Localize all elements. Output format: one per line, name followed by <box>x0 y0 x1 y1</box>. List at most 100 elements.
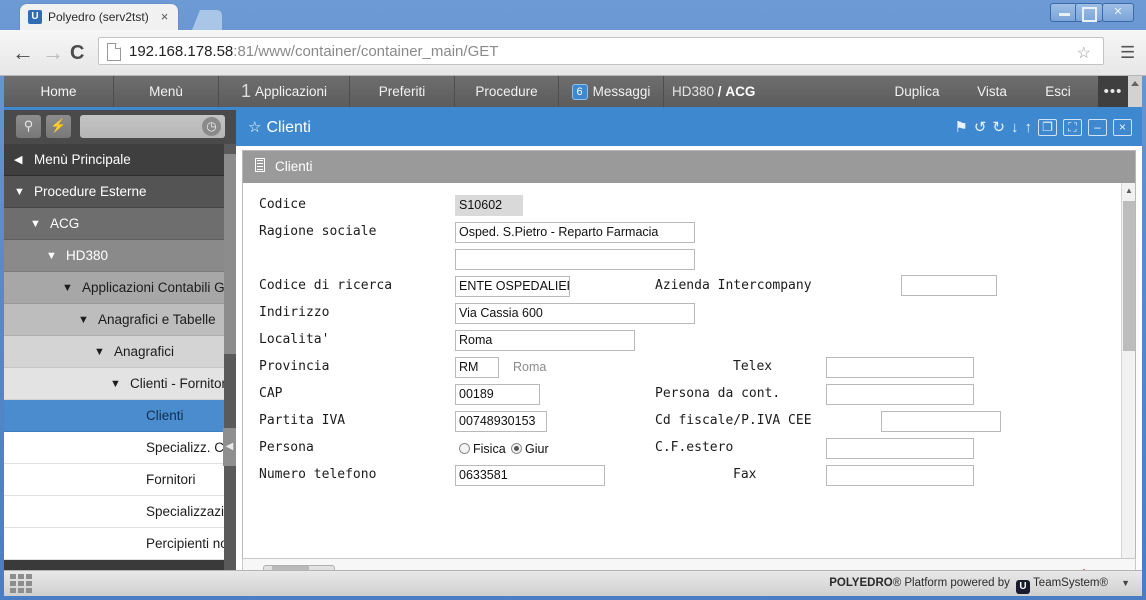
favorite-star-icon[interactable]: ☆ <box>248 119 261 136</box>
flag-icon[interactable]: ⚑ <box>954 110 967 146</box>
radio-circle-icon <box>459 443 470 454</box>
chevron-down-icon[interactable]: ▼ <box>78 304 89 335</box>
input-provincia[interactable]: RM <box>455 357 499 378</box>
sidebar-item-hd380[interactable]: ▼ HD380 <box>4 240 236 272</box>
sidebar-item-clienti[interactable]: Clienti <box>4 400 236 432</box>
breadcrumb-app: HD380 <box>672 84 715 99</box>
bookmark-star-icon[interactable]: ☆ <box>1077 43 1091 63</box>
input-azienda-intercompany[interactable] <box>901 275 997 296</box>
sidebar-item-procedure-esterne[interactable]: ▼ Procedure Esterne <box>4 176 236 208</box>
sidebar-collapse-handle[interactable]: ◀ <box>223 428 236 466</box>
input-localita[interactable]: Roma <box>455 330 635 351</box>
status-bar-grip <box>10 574 36 594</box>
menu-item-preferiti[interactable]: Preferiti <box>350 76 455 107</box>
app-scroll-up[interactable] <box>1128 76 1142 107</box>
sidebar-item-acg[interactable]: ▼ ACG <box>4 208 236 240</box>
input-cf-estero[interactable] <box>826 438 974 459</box>
url-path: :81/www/container/container_main/GET <box>233 43 499 60</box>
input-numero-telefono[interactable]: 0633581 <box>455 465 605 486</box>
radio-circle-selected-icon <box>511 443 522 454</box>
form-vertical-scrollbar-thumb[interactable] <box>1123 201 1135 351</box>
footer-caret-icon[interactable]: ▼ <box>1121 571 1130 596</box>
chevron-down-icon[interactable]: ▼ <box>46 240 57 271</box>
flash-icon[interactable]: ⚡ <box>46 115 71 138</box>
input-cap[interactable]: 00189 <box>455 384 540 405</box>
chevron-down-icon[interactable]: ▼ <box>14 176 25 207</box>
input-codice-ricerca[interactable]: ENTE OSPEDALIER <box>455 276 570 297</box>
input-telex[interactable] <box>826 357 974 378</box>
sidebar-item-specializz-clienti[interactable]: Specializz. Clienti <box>4 432 236 464</box>
window-maximize-button[interactable] <box>1075 3 1103 22</box>
input-ragione-sociale-2[interactable] <box>455 249 695 270</box>
browser-tab[interactable]: U Polyedro (serv2tst) × <box>20 4 179 30</box>
sidebar-item-anagrafici[interactable]: ▼ Anagrafici <box>4 336 236 368</box>
sidebar-item-applicazioni-contabili-ge[interactable]: ▼ Applicazioni Contabili Ge <box>4 272 236 304</box>
browser-tab-strip: U Polyedro (serv2tst) × <box>20 4 179 30</box>
history-clock-icon[interactable]: ◷ <box>202 117 221 136</box>
input-partita-iva[interactable]: 00748930153 <box>455 411 547 432</box>
menu-item-home[interactable]: Home <box>4 76 114 107</box>
sidebar: ⚲ ⚡ ◷ ◀ Menù Principale ▼ Procedure Esterne… <box>4 110 236 592</box>
window-close-button[interactable]: ✕ <box>1102 3 1134 22</box>
sidebar-item-label: Clienti <box>146 408 184 423</box>
radio-persona-fisica[interactable]: Fisica <box>459 442 506 456</box>
url-bar[interactable]: 192.168.178.58:81/www/container/containe… <box>98 37 1104 65</box>
input-fax[interactable] <box>826 465 974 486</box>
window-minimize-button[interactable] <box>1050 3 1078 22</box>
maximize-glyph-icon <box>1081 7 1097 22</box>
menu-overflow-button[interactable]: ••• <box>1098 76 1128 107</box>
form-vertical-scrollbar[interactable]: ▲ ▼ <box>1121 183 1135 587</box>
reload-icon[interactable]: C <box>70 42 84 64</box>
input-cd-fiscale-piva-cee[interactable] <box>881 411 1001 432</box>
input-indirizzo[interactable]: Via Cassia 600 <box>455 303 695 324</box>
arrow-up-icon[interactable]: ↑ <box>1025 110 1033 146</box>
back-icon[interactable]: ← <box>12 42 34 64</box>
search-icon[interactable]: ⚲ <box>16 115 41 138</box>
sidebar-item-fornitori[interactable]: Fornitori <box>4 464 236 496</box>
input-persona-da-contattare[interactable] <box>826 384 974 405</box>
redo-icon[interactable]: ↻ <box>992 110 1005 146</box>
sidebar-item-anagrafici-e-tabelle[interactable]: ▼ Anagrafici e Tabelle <box>4 304 236 336</box>
menu-item-messaggi[interactable]: 6 Messaggi <box>559 76 664 107</box>
restore-icon[interactable]: ❐ <box>1038 119 1057 136</box>
menu-item-procedure[interactable]: Procedure <box>455 76 559 107</box>
minimize-icon[interactable]: – <box>1088 119 1107 136</box>
grip-dot-icon <box>10 574 16 579</box>
undo-icon[interactable]: ↺ <box>974 110 987 146</box>
fullscreen-icon[interactable]: ⛶ <box>1063 119 1082 136</box>
sidebar-item-clienti-fornitori[interactable]: ▼ Clienti - Fornitori <box>4 368 236 400</box>
teamsystem-logo-icon: U <box>1016 580 1031 594</box>
radio-persona-giuridica-label: Giur <box>525 442 549 456</box>
label-codice-ricerca: Codice di ricerca <box>259 278 393 293</box>
sidebar-item-percipienti-non-fo[interactable]: Percipienti non Fo <box>4 528 236 560</box>
grip-dot-icon <box>26 588 32 593</box>
footer-brand-mark: ® <box>892 577 902 589</box>
scroll-up-icon[interactable]: ▲ <box>1125 186 1133 195</box>
browser-menu-icon[interactable]: ☰ <box>1120 43 1135 63</box>
chevron-down-icon[interactable]: ▼ <box>110 368 121 399</box>
browser-tab-close-icon[interactable]: × <box>161 4 169 30</box>
search-input[interactable]: ◷ <box>80 115 225 138</box>
menu-item-menu[interactable]: Menù <box>114 76 219 107</box>
close-icon[interactable]: × <box>1113 119 1132 136</box>
chevron-down-icon[interactable]: ▼ <box>62 272 73 303</box>
main-panel: ☆ Clienti ⚑ ↺ ↻ ↓ ↑ ❐ ⛶ – × Clienti Codice S10602… <box>236 110 1142 592</box>
grip-dot-icon <box>18 588 24 593</box>
chevron-down-icon[interactable]: ▼ <box>30 208 41 239</box>
input-ragione-sociale[interactable]: Osped. S.Pietro - Reparto Farmacia <box>455 222 695 243</box>
sidebar-scrollbar-thumb[interactable] <box>224 154 236 354</box>
menu-item-applicazioni[interactable]: 1 Applicazioni <box>219 76 350 107</box>
sidebar-item-specializzazione-a[interactable]: Specializzazione a <box>4 496 236 528</box>
breadcrumb-separator: / <box>717 84 722 99</box>
chevron-left-icon[interactable]: ◀ <box>14 144 22 175</box>
arrow-down-icon[interactable]: ↓ <box>1011 110 1019 146</box>
chevron-down-icon[interactable]: ▼ <box>94 336 105 367</box>
input-codice[interactable]: S10602 <box>455 195 523 216</box>
radio-persona-giuridica[interactable]: Giur <box>511 442 549 456</box>
menu-item-esci[interactable]: Esci <box>1018 76 1098 107</box>
new-tab-button[interactable] <box>192 10 222 30</box>
sidebar-scrollbar[interactable] <box>224 144 236 570</box>
sidebar-item-men-principale[interactable]: ◀ Menù Principale <box>4 144 236 176</box>
label-cd-fiscale-piva-cee: Cd fiscale/P.IVA CEE <box>655 413 812 428</box>
form-window: Clienti Codice S10602 Ragione sociale Os… <box>242 150 1136 592</box>
